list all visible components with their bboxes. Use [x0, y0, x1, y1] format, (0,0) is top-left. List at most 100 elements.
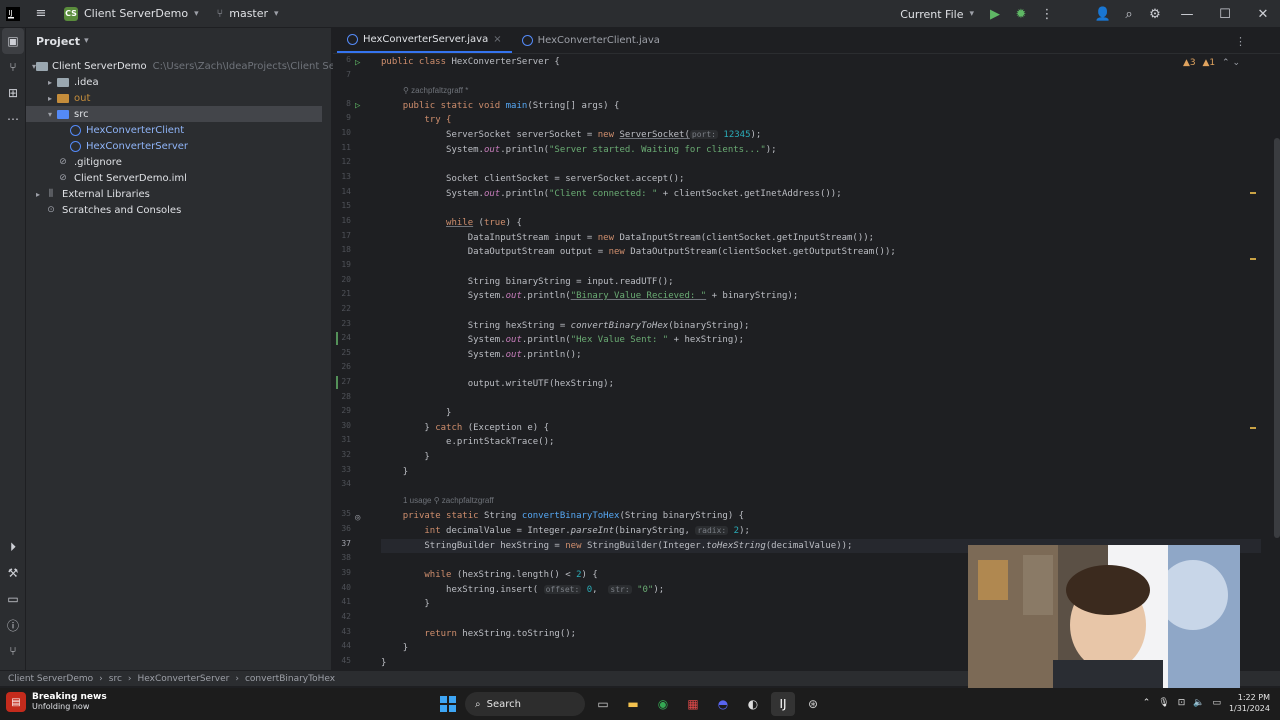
project-panel-header[interactable]: Project ▾ [26, 28, 331, 54]
author-inlay[interactable]: ⚲ zachpfaltzgraff * [403, 86, 468, 95]
close-icon[interactable]: × [493, 34, 501, 45]
build-icon[interactable]: ⚒ [0, 560, 26, 586]
line-number: 23 [341, 319, 351, 328]
line-number: 25 [341, 348, 351, 357]
news-icon: ▤ [6, 692, 26, 712]
tree-item-external-libraries[interactable]: ▸ ⫼ External Libraries [26, 186, 331, 202]
more-icon[interactable]: ⋮ [1036, 3, 1058, 25]
code-line: public class HexConverterServer { [381, 57, 560, 67]
run-gutter-icon[interactable]: ▷ [355, 58, 360, 68]
tree-item-idea[interactable]: ▸ .idea [26, 74, 331, 90]
commit-tool-icon[interactable]: ⑂ [0, 54, 26, 80]
structure-tool-icon[interactable]: ⊞ [0, 80, 26, 106]
code-line: System.out.println(); [467, 350, 582, 360]
maximize-icon[interactable]: ☐ [1208, 3, 1242, 25]
discord-icon[interactable]: ◓ [711, 692, 735, 716]
tree-item-client-serverdemo[interactable]: ▾ Client ServerDemo C:\Users\Zach\IdeaProj… [26, 58, 379, 74]
news-widget[interactable]: ▤ Breaking news Unfolding now [6, 692, 107, 712]
close-icon[interactable]: ✕ [1246, 3, 1280, 25]
breadcrumb-method[interactable]: convertBinaryToHex [245, 674, 335, 684]
tree-item-label: Scratches and Consoles [62, 204, 182, 216]
code-line: DataOutputStream output = new DataOutput… [467, 247, 896, 257]
folder-blue-icon [56, 108, 70, 120]
tree-item-hexconverterserver[interactable]: HexConverterServer [26, 138, 331, 154]
recursion-icon: ◎ [355, 513, 361, 523]
code-line: } catch (Exception e) { [424, 423, 549, 433]
debug-icon[interactable]: ✹ [1010, 3, 1032, 25]
tree-item-hexconverterclient[interactable]: HexConverterClient [26, 122, 331, 138]
github-icon[interactable]: ◐ [741, 692, 765, 716]
tree-item-label: .gitignore [74, 156, 122, 168]
line-number: 35 [341, 509, 351, 518]
more-tabs-icon[interactable]: ⋮ [1235, 35, 1246, 48]
tab-hexconverterclient[interactable]: HexConverterClient.java [512, 27, 670, 53]
code-line: while (hexString.length() < 2) { [424, 570, 598, 580]
battery-icon[interactable]: ▭ [1212, 698, 1221, 708]
chrome-icon[interactable]: ◉ [651, 692, 675, 716]
chevron-right-icon: › [127, 673, 132, 684]
branch-selector[interactable]: ⑂ master ▾ [211, 5, 285, 22]
line-number: 43 [341, 627, 351, 636]
file-explorer-icon[interactable]: ▬ [621, 692, 645, 716]
code-line: hexString.insert( offset: 0, str: "0"); [446, 585, 665, 595]
git-icon[interactable]: ⑂ [0, 638, 26, 664]
problems-icon[interactable]: ⓘ [0, 612, 26, 638]
run-gutter-icon[interactable]: ▷ [355, 101, 360, 111]
chevron-right-icon[interactable]: ▸ [44, 94, 56, 103]
clock[interactable]: 1:22 PM 1/31/2024 [1229, 692, 1270, 714]
gear-icon[interactable]: ⚙ [1144, 3, 1166, 25]
search-icon[interactable]: ⌕ [1118, 3, 1140, 25]
services-icon[interactable]: ⏵ [0, 534, 26, 560]
chevron-right-icon[interactable]: ▸ [32, 190, 44, 199]
project-tool-icon[interactable]: ▣ [2, 28, 24, 54]
branch-name: master [229, 7, 269, 20]
calendar-app-icon[interactable]: ▦ [681, 692, 705, 716]
microphone-icon[interactable]: 🎙 [1158, 698, 1169, 708]
chevron-down-icon[interactable]: ▾ [44, 110, 56, 119]
vertical-scrollbar[interactable] [1274, 138, 1280, 538]
tab-hexconverterserver[interactable]: HexConverterServer.java × [337, 27, 512, 53]
chevron-up-icon[interactable]: ⌃ [1143, 698, 1151, 708]
file-icon: ⊘ [59, 157, 67, 167]
tool-window-strip: ▣ ⑂ ⊞ ⋯ ⏵ ⚒ ▭ ⓘ ⑂ [0, 28, 26, 670]
tree-item-gitignore[interactable]: ⊘ .gitignore [26, 154, 331, 170]
terminal-icon[interactable]: ▭ [0, 586, 26, 612]
code-line: ServerSocket serverSocket = new ServerSo… [446, 130, 762, 140]
class-icon [68, 140, 82, 152]
breadcrumb-src[interactable]: src [109, 674, 122, 684]
chevron-down-icon: ▾ [274, 8, 279, 19]
code-line: System.out.println("Binary Value Recieve… [467, 291, 799, 301]
network-icon[interactable]: ⊡ [1178, 698, 1186, 708]
tree-item-client-serverdemo-iml[interactable]: ⊘ Client ServerDemo.iml [26, 170, 331, 186]
project-badge: CS [64, 6, 78, 21]
taskbar-search[interactable]: ⌕ Search [465, 692, 585, 716]
steam-icon[interactable]: ⊛ [801, 692, 825, 716]
tree-item-src[interactable]: ▾ src [26, 106, 322, 122]
run-icon[interactable]: ▶ [984, 3, 1006, 25]
code-line: Socket clientSocket = serverSocket.accep… [446, 174, 685, 184]
add-user-icon[interactable]: 👤 [1092, 3, 1114, 25]
breadcrumb-project[interactable]: Client ServerDemo [8, 674, 93, 684]
task-view-icon[interactable]: ▭ [591, 692, 615, 716]
run-config-selector[interactable]: Current File ▾ [894, 6, 980, 23]
error-stripe[interactable] [1250, 82, 1256, 682]
volume-icon[interactable]: 🔈 [1193, 698, 1204, 708]
line-number: 14 [341, 187, 351, 196]
tree-item-out[interactable]: ▸ out [26, 90, 331, 106]
code-line: output.writeUTF(hexString); [467, 379, 615, 389]
main-menu-icon[interactable]: ≡ [30, 3, 52, 25]
line-number: 17 [341, 231, 351, 240]
svg-text:IJ: IJ [9, 9, 13, 17]
breadcrumb-class[interactable]: HexConverterServer [138, 674, 230, 684]
more-tools-icon[interactable]: ⋯ [0, 106, 26, 132]
chevron-right-icon: › [99, 673, 103, 684]
line-number: 38 [341, 553, 351, 562]
minimize-icon[interactable]: — [1170, 3, 1204, 25]
chevron-down-icon: ▾ [84, 36, 89, 46]
usages-inlay[interactable]: 1 usage ⚲ zachpfaltzgraff [403, 496, 494, 505]
chevron-right-icon[interactable]: ▸ [44, 78, 56, 87]
windows-start-icon[interactable] [437, 693, 459, 715]
tree-item-scratches-and-consoles[interactable]: ⊙ Scratches and Consoles [26, 202, 331, 218]
project-selector[interactable]: CS Client ServerDemo ▾ [58, 5, 205, 23]
intellij-taskbar-icon[interactable]: IJ [771, 692, 795, 716]
